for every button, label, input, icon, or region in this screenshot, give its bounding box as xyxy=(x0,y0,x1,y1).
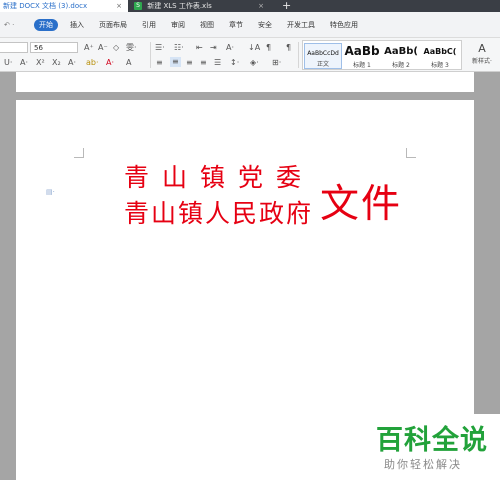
shading-icon[interactable]: ◈· xyxy=(250,58,259,68)
style-heading-1[interactable]: AaBb 标题 1 xyxy=(343,43,381,69)
font-color-icon[interactable]: A· xyxy=(106,58,114,68)
grow-font-icon[interactable]: A⁺ xyxy=(84,43,94,53)
watermark-logo: 百科全说 助你轻松解决 xyxy=(364,414,500,480)
ribbon-divider xyxy=(298,42,299,68)
paragraph-options-icon[interactable]: ▤· xyxy=(46,188,55,196)
bullets-icon[interactable]: ☰· xyxy=(155,43,165,53)
margin-corner-mark xyxy=(74,148,84,158)
previous-page-bottom xyxy=(16,72,474,92)
undo-icon[interactable]: ↶ · xyxy=(4,19,14,31)
watermark-title: 百科全说 xyxy=(376,425,488,456)
style-name: 标题 3 xyxy=(431,62,449,69)
new-style-icon: A xyxy=(478,42,486,55)
menu-review[interactable]: 审阅 xyxy=(171,19,185,31)
style-preview: AaBbCcDd xyxy=(307,50,339,57)
menu-security[interactable]: 安全 xyxy=(258,19,272,31)
menu-special-apps[interactable]: 特色应用 xyxy=(330,19,358,31)
justify-icon[interactable]: ≡ xyxy=(200,58,207,68)
tab-docx-document[interactable]: 新建 DOCX 文档 (3).docx × xyxy=(0,0,128,12)
style-name: 标题 1 xyxy=(353,62,371,69)
highlight-icon[interactable]: ab· xyxy=(86,58,99,68)
character-scale-icon[interactable]: A· xyxy=(226,43,234,53)
phonetic-guide-icon[interactable]: 雯· xyxy=(126,43,137,53)
header-document-word: 文件 xyxy=(320,182,403,227)
header-line-town-government: 青山镇人民政府 xyxy=(124,199,314,228)
style-normal[interactable]: AaBbCcDd 正文 xyxy=(304,43,342,69)
superscript-icon[interactable]: X² xyxy=(36,58,45,68)
text-effect-icon[interactable]: A· xyxy=(68,58,76,68)
align-center-icon[interactable]: ≡ xyxy=(170,57,181,67)
style-heading-2[interactable]: AaBb( 标题 2 xyxy=(382,43,420,69)
line-spacing-icon[interactable]: ↕· xyxy=(230,58,239,68)
borders-icon[interactable]: ⊞· xyxy=(272,58,281,68)
menu-bar: ↶ · 开始 插入 页面布局 引用 审阅 视图 章节 安全 开发工具 特色应用 xyxy=(0,12,500,38)
style-name: 标题 2 xyxy=(392,62,410,69)
watermark-subtitle: 助你轻松解决 xyxy=(384,458,462,471)
menu-page-layout[interactable]: 页面布局 xyxy=(99,19,127,31)
add-tab-icon[interactable]: + xyxy=(282,0,291,12)
new-style-label: 新样式· xyxy=(472,58,492,65)
strikethrough-icon[interactable]: A· xyxy=(20,58,28,68)
character-border-icon[interactable]: A xyxy=(126,58,131,68)
close-tab-icon[interactable]: × xyxy=(258,0,264,12)
ribbon-toolbar: 56 A⁺ A⁻ ◇ 雯· ☰· ☷· ⇤ ⇥ A· ↓A ¶ ¶ U· A· … xyxy=(0,38,500,72)
menu-insert[interactable]: 插入 xyxy=(70,19,84,31)
align-left-icon[interactable]: ≡ xyxy=(156,58,163,68)
menu-section[interactable]: 章节 xyxy=(229,19,243,31)
style-preview: AaBbC( xyxy=(423,47,457,56)
header-line-party-committee: 青山镇党委 xyxy=(124,163,315,192)
tab-bar: 新建 DOCX 文档 (3).docx × S 新建 XLS 工作表.xls ×… xyxy=(0,0,500,12)
tab-xls-worksheet[interactable]: S 新建 XLS 工作表.xls × xyxy=(128,0,268,12)
font-name-select[interactable] xyxy=(0,42,28,53)
font-size-select[interactable]: 56 xyxy=(30,42,78,53)
close-tab-icon[interactable]: × xyxy=(116,0,122,12)
style-preview: AaBb( xyxy=(384,46,418,57)
outdent-icon[interactable]: ⇤ xyxy=(196,43,203,53)
styles-gallery: AaBbCcDd 正文 AaBb 标题 1 AaBb( 标题 2 AaBbC( … xyxy=(302,40,462,70)
style-preview: AaBb xyxy=(344,44,380,58)
numbering-icon[interactable]: ☷· xyxy=(174,43,184,53)
shrink-font-icon[interactable]: A⁻ xyxy=(98,43,108,53)
underline-icon[interactable]: U· xyxy=(4,58,12,68)
menu-references[interactable]: 引用 xyxy=(142,19,156,31)
style-heading-3[interactable]: AaBbC( 标题 3 xyxy=(421,43,459,69)
subscript-icon[interactable]: X₂ xyxy=(52,58,61,68)
clear-format-icon[interactable]: ◇ xyxy=(113,43,119,53)
text-direction-icon[interactable]: ¶ xyxy=(266,43,271,53)
indent-icon[interactable]: ⇥ xyxy=(210,43,217,53)
spreadsheet-icon: S xyxy=(134,2,142,10)
align-right-icon[interactable]: ≡ xyxy=(186,58,193,68)
menu-start[interactable]: 开始 xyxy=(34,19,58,31)
tab-xls-label: 新建 XLS 工作表.xls xyxy=(147,2,212,10)
margin-corner-mark xyxy=(406,148,416,158)
distribute-icon[interactable]: ☰ xyxy=(214,58,221,68)
ribbon-divider xyxy=(150,42,151,68)
menu-developer-tools[interactable]: 开发工具 xyxy=(287,19,315,31)
menu-view[interactable]: 视图 xyxy=(200,19,214,31)
show-marks-icon[interactable]: ¶ xyxy=(286,43,291,53)
new-style-button[interactable]: A 新样式· xyxy=(466,42,498,70)
sort-icon[interactable]: ↓A xyxy=(248,43,260,53)
style-name: 正文 xyxy=(316,61,329,68)
tab-docx-label: 新建 DOCX 文档 (3).docx xyxy=(3,2,88,10)
